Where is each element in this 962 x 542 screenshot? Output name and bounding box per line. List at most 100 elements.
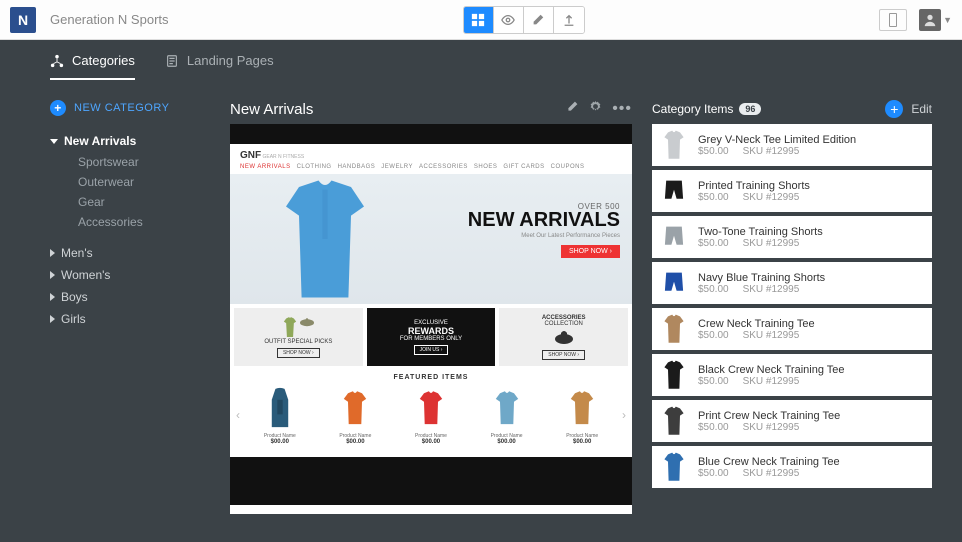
device-selector[interactable] (879, 9, 907, 31)
add-item-button[interactable]: + (885, 100, 903, 118)
page-icon (165, 54, 179, 68)
item-name: Crew Neck Training Tee (698, 318, 815, 330)
item-price: $50.00 (698, 284, 729, 295)
preview-footer (230, 457, 632, 505)
tree-item-label: Men's (61, 246, 93, 260)
main-tabs: Categories Landing Pages (0, 40, 962, 80)
item-thumb (660, 267, 688, 299)
caret-right-icon (50, 249, 55, 257)
grid-view-button[interactable] (464, 7, 494, 33)
item-sku: SKU #12995 (743, 468, 800, 479)
tab-label: Categories (72, 53, 135, 68)
tree-item[interactable]: Boys (50, 286, 210, 308)
featured-product: Product Name$00.00 (244, 385, 316, 445)
item-sku: SKU #12995 (743, 330, 800, 341)
promo-button: SHOP NOW › (277, 348, 320, 358)
workspace: + NEW CATEGORY New Arrivals SportswearOu… (0, 80, 962, 542)
item-price: $50.00 (698, 192, 729, 203)
category-item[interactable]: Grey V-Neck Tee Limited Edition$50.00SKU… (652, 124, 932, 166)
edit-button[interactable] (524, 7, 554, 33)
item-thumb (660, 451, 688, 483)
featured-product: Product Name$00.00 (546, 385, 618, 445)
item-thumb (660, 129, 688, 161)
category-item[interactable]: Print Crew Neck Training Tee$50.00SKU #1… (652, 400, 932, 442)
promo-rewards: EXCLUSIVE REWARDS FOR MEMBERS ONLY JOIN … (367, 308, 496, 366)
item-thumb (660, 405, 688, 437)
carousel-prev-icon: ‹ (236, 408, 240, 422)
more-icon[interactable]: ••• (612, 100, 632, 118)
tab-landing-pages[interactable]: Landing Pages (165, 53, 274, 80)
tree-sub-item[interactable]: Sportswear (50, 152, 210, 172)
items-panel: Category Items 96 + Edit Grey V-Neck Tee… (652, 100, 932, 522)
center-actions: ••• (566, 100, 632, 118)
edit-pencil-icon[interactable] (566, 100, 579, 118)
promo-sub: COLLECTION (545, 321, 583, 327)
publish-button[interactable] (554, 7, 584, 33)
featured-row: ‹ Product Name$00.00Product Name$00.00Pr… (230, 385, 632, 451)
tree-sub-item[interactable]: Accessories (50, 212, 210, 232)
app-logo: N (10, 7, 36, 33)
caret-right-icon (50, 293, 55, 301)
chevron-down-icon: ▼ (943, 15, 952, 25)
tree-item[interactable]: Men's (50, 242, 210, 264)
tab-label: Landing Pages (187, 53, 274, 68)
category-item[interactable]: Black Crew Neck Training Tee$50.00SKU #1… (652, 354, 932, 396)
tree-item-new-arrivals[interactable]: New Arrivals (50, 130, 210, 152)
settings-gear-icon[interactable] (589, 100, 602, 118)
featured-product: Product Name$00.00 (471, 385, 543, 445)
category-item[interactable]: Navy Blue Training Shorts$50.00SKU #1299… (652, 262, 932, 304)
item-name: Grey V-Neck Tee Limited Edition (698, 134, 856, 146)
item-name: Black Crew Neck Training Tee (698, 364, 845, 376)
page-preview[interactable]: GNF GEAR N FITNESS NEW ARRIVALSCLOTHINGH… (230, 124, 632, 514)
caret-right-icon (50, 271, 55, 279)
item-thumb (660, 359, 688, 391)
top-right-controls: ▼ (879, 9, 952, 31)
promo-row: OUTFIT SPECIAL PICKS SHOP NOW › EXCLUSIV… (230, 304, 632, 370)
new-category-label: NEW CATEGORY (74, 102, 169, 114)
category-item[interactable]: Printed Training Shorts$50.00SKU #12995 (652, 170, 932, 212)
tab-categories[interactable]: Categories (50, 53, 135, 80)
tree-item[interactable]: Girls (50, 308, 210, 330)
hero-image (260, 174, 390, 304)
tree-item-label: Girls (61, 312, 86, 326)
featured-title: FEATURED ITEMS (230, 370, 632, 385)
new-category-button[interactable]: + NEW CATEGORY (50, 100, 210, 116)
view-mode-group (463, 6, 585, 34)
item-thumb (660, 221, 688, 253)
item-price: $50.00 (698, 330, 729, 341)
preview-button[interactable] (494, 7, 524, 33)
hero-subtext: Meet Our Latest Performance Pieces (468, 233, 620, 239)
item-sku: SKU #12995 (743, 376, 800, 387)
item-price: $50.00 (698, 422, 729, 433)
item-thumb (660, 175, 688, 207)
item-list: Grey V-Neck Tee Limited Edition$50.00SKU… (652, 124, 932, 488)
tree-item[interactable]: Women's (50, 264, 210, 286)
promo-title: REWARDS (408, 326, 454, 336)
promo-accessories: ACCESSORIES COLLECTION SHOP NOW › (499, 308, 628, 366)
item-name: Blue Crew Neck Training Tee (698, 456, 840, 468)
category-sidebar: + NEW CATEGORY New Arrivals SportswearOu… (50, 100, 210, 522)
featured-product: Product Name$00.00 (395, 385, 467, 445)
tree-item-label: Women's (61, 268, 110, 282)
user-menu[interactable]: ▼ (919, 9, 952, 31)
category-item[interactable]: Crew Neck Training Tee$50.00 SKU #12995 (652, 308, 932, 350)
promo-outfit: OUTFIT SPECIAL PICKS SHOP NOW › (234, 308, 363, 366)
item-price: $50.00 (698, 146, 729, 157)
tree-sub-item[interactable]: Outerwear (50, 172, 210, 192)
item-name: Navy Blue Training Shorts (698, 272, 825, 284)
page-title: New Arrivals (230, 101, 313, 118)
hero-cta-button: SHOP NOW › (561, 245, 620, 258)
category-item[interactable]: Two-Tone Training Shorts$50.00SKU #12995 (652, 216, 932, 258)
item-sku: SKU #12995 (743, 238, 800, 249)
tree-sub-item[interactable]: Gear (50, 192, 210, 212)
panel-title: Category Items (652, 102, 733, 116)
carousel-next-icon: › (622, 408, 626, 422)
item-name: Print Crew Neck Training Tee (698, 410, 840, 422)
preview-hero: OVER 500 NEW ARRIVALS Meet Our Latest Pe… (230, 174, 632, 304)
tree-item-label: Boys (61, 290, 88, 304)
edit-link[interactable]: Edit (911, 102, 932, 116)
item-name: Printed Training Shorts (698, 180, 810, 192)
category-item[interactable]: Blue Crew Neck Training Tee$50.00SKU #12… (652, 446, 932, 488)
promo-label: OUTFIT SPECIAL PICKS (264, 339, 332, 345)
panel-header: Category Items 96 + Edit (652, 100, 932, 118)
